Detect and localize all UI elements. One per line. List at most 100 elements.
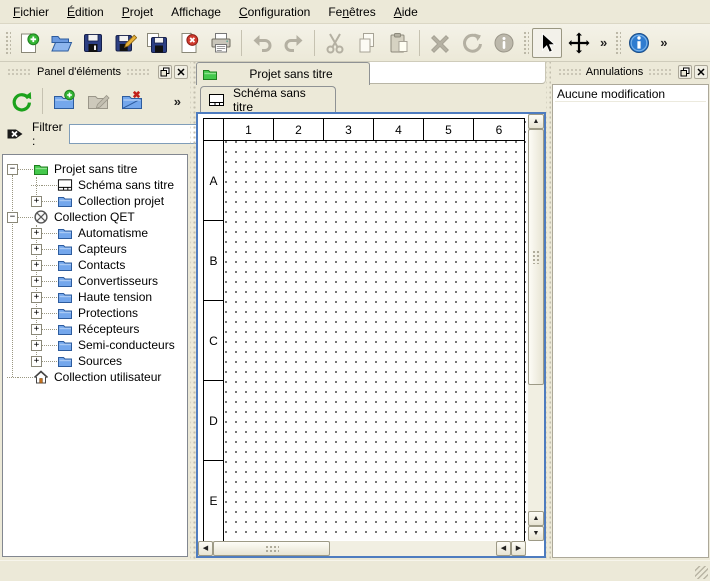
toolbar-drag-handle[interactable] <box>522 30 529 56</box>
undo-panel-titlebar[interactable]: Annulations <box>551 63 710 81</box>
scroll-down-button[interactable]: ▼ <box>528 526 544 541</box>
dock-float-button[interactable] <box>158 65 172 79</box>
vertical-scroll-thumb[interactable] <box>528 129 544 385</box>
tree-item-semi-conducteurs[interactable]: + Semi-conducteurs <box>3 337 187 353</box>
dock-close-button[interactable] <box>174 65 188 79</box>
close-document-button[interactable] <box>174 28 204 58</box>
sheet-column-header: 4 <box>374 119 424 141</box>
tree-item-capteurs[interactable]: +Capteurs <box>3 241 187 257</box>
select-mode-button[interactable] <box>532 28 562 58</box>
expand-toggle[interactable]: + <box>31 196 42 207</box>
expand-toggle[interactable]: + <box>31 292 42 303</box>
clear-filter-icon[interactable] <box>6 125 24 143</box>
dock-float-button[interactable] <box>678 65 692 79</box>
expand-toggle[interactable]: + <box>31 324 42 335</box>
tree-item-haute-tension[interactable]: +Haute tension <box>3 289 187 305</box>
tree-connector <box>42 201 57 202</box>
tree-item-collection-qet[interactable]: − Collection QET <box>3 209 187 225</box>
tree-item-sch-ma-sans-titre[interactable]: Schéma sans titre <box>3 177 187 193</box>
sheet-column-header: 1 <box>224 119 274 141</box>
tree-connector <box>18 377 33 378</box>
tab-project[interactable]: Projet sans titre <box>196 62 370 85</box>
refresh-icon <box>9 89 33 113</box>
menu-fichier[interactable]: Fichier <box>4 1 58 23</box>
tree-item-protections[interactable]: +Protections <box>3 305 187 321</box>
scroll-up-button[interactable]: ▲ <box>528 511 544 526</box>
save-as-button[interactable] <box>110 28 140 58</box>
menu-affichage[interactable]: Affichage <box>162 1 230 23</box>
horizontal-scroll-thumb[interactable] <box>213 541 330 556</box>
reload-collections-button[interactable] <box>5 85 37 117</box>
diagram-properties-button[interactable] <box>624 28 654 58</box>
blue-folder-icon <box>57 193 73 209</box>
tree-item-automatisme[interactable]: +Automatisme <box>3 225 187 241</box>
menu-projet[interactable]: Projet <box>113 1 162 23</box>
close-icon <box>176 67 186 77</box>
tree-connector <box>42 313 57 314</box>
tab-schema[interactable]: Schéma sans titre <box>200 86 336 112</box>
save-all-button[interactable] <box>142 28 172 58</box>
diagram-canvas[interactable]: 123456ABCDE <box>198 114 526 541</box>
expand-toggle[interactable]: + <box>31 356 42 367</box>
toolbar-overflow-button[interactable]: » <box>595 35 612 50</box>
expand-toggle[interactable]: + <box>31 244 42 255</box>
delete-category-button[interactable] <box>116 85 148 117</box>
toolbar-overflow-button[interactable]: » <box>655 35 672 50</box>
tree-connector <box>42 265 57 266</box>
scroll-right-button[interactable]: ▶ <box>511 541 526 556</box>
scroll-left-button[interactable]: ◀ <box>198 541 213 556</box>
cut-button <box>320 28 350 58</box>
save-button[interactable] <box>78 28 108 58</box>
tree-item-label: Semi-conducteurs <box>78 338 175 352</box>
tree-item-label: Collection utilisateur <box>54 370 161 384</box>
tree-connector <box>42 297 57 298</box>
collections-buttons <box>4 85 149 117</box>
expand-toggle[interactable]: + <box>31 340 42 351</box>
tree-connector <box>7 377 18 378</box>
undo-list-item[interactable]: Aucune modification <box>555 86 706 102</box>
tree-item-collection-projet[interactable]: +Collection projet <box>3 193 187 209</box>
toolbar-drag-handle[interactable] <box>4 30 11 56</box>
menu-aide[interactable]: Aide <box>385 1 427 23</box>
collapse-toggle[interactable]: − <box>7 164 18 175</box>
menu-dition[interactable]: Édition <box>58 1 113 23</box>
expand-toggle[interactable]: + <box>31 276 42 287</box>
project-tabbar: Projet sans titre <box>196 62 546 85</box>
undo-icon <box>250 31 274 55</box>
tree-item-collection-utilisateur[interactable]: Collection utilisateur <box>3 369 187 385</box>
horizontal-scrollbar[interactable]: ◀ ◀ ▶ <box>198 541 526 556</box>
dock-close-button[interactable] <box>694 65 708 79</box>
sheet-row-header: E <box>204 461 224 541</box>
print-button[interactable] <box>206 28 236 58</box>
expand-toggle[interactable]: + <box>31 228 42 239</box>
filter-label: Filtrer : <box>32 120 63 148</box>
tree-item-sources[interactable]: +Sources <box>3 353 187 369</box>
menu-configuration[interactable]: Configuration <box>230 1 319 23</box>
tree-item-projet-sans-titre[interactable]: −Projet sans titre <box>3 161 187 177</box>
toolbar-drag-handle[interactable] <box>614 30 621 56</box>
scroll-up-button[interactable]: ▲ <box>528 114 544 129</box>
vertical-scrollbar[interactable]: ▲ ▲ ▼ <box>528 114 544 541</box>
new-category-button[interactable] <box>48 85 80 117</box>
tree-item-convertisseurs[interactable]: +Convertisseurs <box>3 273 187 289</box>
delete-icon <box>428 31 452 55</box>
info-blue-icon <box>627 31 651 55</box>
toolbar-separator <box>42 88 43 114</box>
expand-toggle[interactable]: + <box>31 260 42 271</box>
move-mode-button[interactable] <box>564 28 594 58</box>
elements-panel-titlebar[interactable]: Panel d'éléments <box>0 63 190 81</box>
open-document-button[interactable] <box>46 28 76 58</box>
tree-item-label: Collection QET <box>54 210 135 224</box>
new-document-button[interactable] <box>14 28 44 58</box>
scroll-left-button[interactable]: ◀ <box>496 541 511 556</box>
expand-toggle[interactable]: + <box>31 308 42 319</box>
tree-item-contacts[interactable]: + Contacts <box>3 257 187 273</box>
dock-grip <box>7 68 32 76</box>
elements-panel-dock: Panel d'éléments » Filtrer : −Projet san… <box>0 62 190 560</box>
toolbar-overflow-button[interactable]: » <box>169 94 186 109</box>
menu-fentres[interactable]: Fenêtres <box>319 1 384 23</box>
window-resize-grip[interactable] <box>695 566 708 579</box>
tree-item-r-cepteurs[interactable]: +Récepteurs <box>3 321 187 337</box>
tree-item-label: Contacts <box>78 258 125 272</box>
collapse-toggle[interactable]: − <box>7 212 18 223</box>
